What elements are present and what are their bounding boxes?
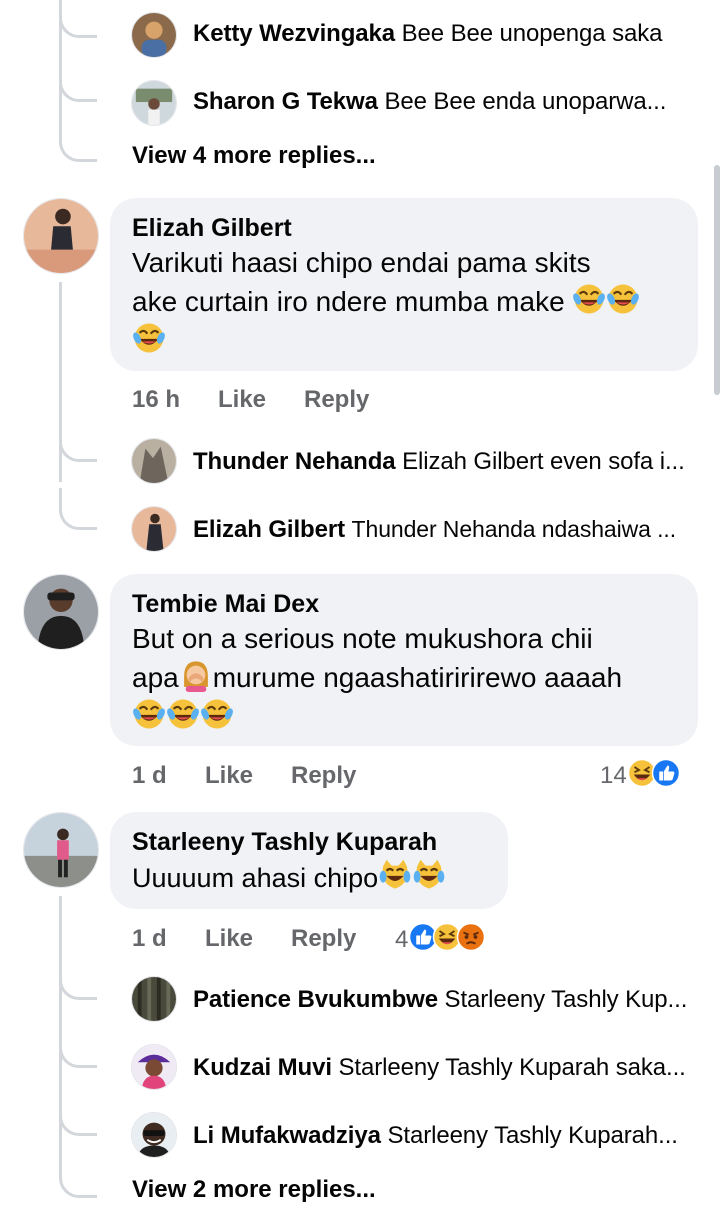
thread-connector bbox=[59, 1156, 97, 1198]
laughing-crying-emoji-icon bbox=[606, 282, 640, 316]
reply-author[interactable]: Sharon G Tekwa bbox=[193, 88, 378, 115]
avatar[interactable] bbox=[131, 438, 177, 484]
thread-connector bbox=[59, 120, 97, 162]
comment-author[interactable]: Tembie Mai Dex bbox=[132, 588, 676, 620]
reply-item[interactable]: Thunder Nehanda Elizah Gilbert even sofa… bbox=[193, 448, 685, 476]
comment-bubble[interactable]: Elizah Gilbert Varikuti haasi chipo enda… bbox=[110, 198, 698, 371]
cat-tears-of-joy-emoji-icon bbox=[412, 858, 446, 892]
like-button[interactable]: Like bbox=[218, 386, 266, 414]
avatar[interactable] bbox=[23, 574, 99, 650]
avatar-photo bbox=[132, 439, 176, 483]
comment-text: Uuuuum ahasi chipo bbox=[132, 858, 486, 897]
reply-item[interactable]: Patience Bvukumbwe Starleeny Tashly Kup.… bbox=[193, 986, 687, 1014]
avatar-photo bbox=[132, 13, 176, 57]
reply-text: Starleeny Tashly Kuparah... bbox=[387, 1122, 678, 1149]
woman-facepalming-emoji-icon bbox=[179, 658, 213, 692]
laughing-crying-emoji-icon bbox=[132, 697, 166, 731]
cat-tears-of-joy-emoji-icon bbox=[378, 858, 412, 892]
comment-timestamp[interactable]: 1 d bbox=[132, 925, 167, 953]
avatar-photo bbox=[132, 81, 176, 125]
avatar[interactable] bbox=[131, 976, 177, 1022]
laughing-crying-emoji-icon bbox=[200, 697, 234, 731]
comment-text-line: But on a serious note mukushora chii bbox=[132, 623, 593, 654]
comment-bubble[interactable]: Starleeny Tashly Kuparah Uuuuum ahasi ch… bbox=[110, 812, 508, 909]
reply-text: Bee Bee unopenga saka bbox=[401, 20, 663, 47]
view-more-replies-link[interactable]: View 4 more replies... bbox=[132, 142, 376, 170]
thread-connector bbox=[59, 0, 97, 38]
reply-item[interactable]: Li Mufakwadziya Starleeny Tashly Kuparah… bbox=[193, 1122, 678, 1150]
reply-author[interactable]: Thunder Nehanda bbox=[193, 448, 396, 475]
reaction-summary[interactable]: 4 bbox=[395, 922, 486, 954]
avatar[interactable] bbox=[131, 12, 177, 58]
reaction-summary[interactable]: 14 bbox=[600, 758, 681, 790]
avatar-photo bbox=[24, 199, 98, 273]
reply-text: Bee Bee enda unoparwa... bbox=[384, 88, 667, 115]
reply-author[interactable]: Kudzai Muvi bbox=[193, 1054, 332, 1081]
comment-text-line: Varikuti haasi chipo endai pama skits bbox=[132, 247, 591, 278]
comment-timestamp[interactable]: 16 h bbox=[132, 386, 180, 414]
reaction-count: 4 bbox=[395, 926, 409, 953]
thread-connector bbox=[59, 1026, 97, 1068]
like-reaction-icon bbox=[651, 758, 681, 788]
reply-item[interactable]: Sharon G Tekwa Bee Bee enda unoparwa... bbox=[193, 88, 666, 116]
reply-item[interactable]: Kudzai Muvi Starleeny Tashly Kuparah sak… bbox=[193, 1054, 686, 1082]
avatar-photo bbox=[24, 813, 98, 887]
avatar[interactable] bbox=[131, 80, 177, 126]
reply-author[interactable]: Li Mufakwadziya bbox=[193, 1122, 381, 1149]
like-button[interactable]: Like bbox=[205, 762, 253, 790]
laughing-crying-emoji-icon bbox=[572, 282, 606, 316]
avatar-photo bbox=[132, 1045, 176, 1089]
angry-reaction-icon bbox=[456, 922, 486, 952]
avatar[interactable] bbox=[131, 506, 177, 552]
comment-text-line bbox=[132, 321, 676, 360]
reply-text: Starleeny Tashly Kup... bbox=[444, 986, 688, 1013]
avatar[interactable] bbox=[23, 198, 99, 274]
reply-button[interactable]: Reply bbox=[291, 925, 356, 953]
comment-author[interactable]: Starleeny Tashly Kuparah bbox=[132, 826, 486, 858]
thread-connector bbox=[59, 488, 97, 530]
reply-text: Thunder Nehanda ndashaiwa ... bbox=[351, 516, 677, 542]
reaction-count: 14 bbox=[600, 762, 627, 789]
view-more-replies-link[interactable]: View 2 more replies... bbox=[132, 1176, 376, 1204]
avatar[interactable] bbox=[131, 1044, 177, 1090]
reply-author[interactable]: Elizah Gilbert bbox=[193, 516, 345, 543]
comment-text-span: murume ngaashatiririrewo aaaah bbox=[212, 662, 623, 693]
laughing-crying-emoji-icon bbox=[166, 697, 200, 731]
thread-connector bbox=[59, 1094, 97, 1136]
comment-bubble[interactable]: Tembie Mai Dex But on a serious note muk… bbox=[110, 574, 698, 746]
comment-text-line: apa murume ngaashatiririrewo aaaah bbox=[132, 658, 676, 697]
comment-text-span: Uuuuum ahasi chipo bbox=[132, 863, 379, 893]
laughing-crying-emoji-icon bbox=[132, 321, 166, 355]
avatar-photo bbox=[24, 575, 98, 649]
like-button[interactable]: Like bbox=[205, 925, 253, 953]
avatar[interactable] bbox=[131, 1112, 177, 1158]
reply-author[interactable]: Ketty Wezvingaka bbox=[193, 20, 395, 47]
thread-connector bbox=[59, 958, 97, 1000]
avatar-photo bbox=[132, 1113, 176, 1157]
avatar-photo bbox=[132, 977, 176, 1021]
reply-text: Starleeny Tashly Kuparah saka... bbox=[338, 1054, 686, 1081]
reply-item[interactable]: Elizah Gilbert Thunder Nehanda ndashaiwa… bbox=[193, 516, 676, 544]
comment-timestamp[interactable]: 1 d bbox=[132, 762, 167, 790]
comment-author[interactable]: Elizah Gilbert bbox=[132, 212, 676, 244]
thread-connector bbox=[59, 60, 97, 102]
avatar-photo bbox=[132, 507, 176, 551]
reply-item[interactable]: Ketty Wezvingaka Bee Bee unopenga saka bbox=[193, 20, 663, 48]
comment-text-span: ake curtain iro ndere mumba make bbox=[132, 286, 565, 317]
reply-text: Elizah Gilbert even sofa i... bbox=[402, 448, 685, 475]
comment-text-span: apa bbox=[132, 662, 179, 693]
thread-connector bbox=[59, 420, 97, 462]
scrollbar-thumb[interactable] bbox=[714, 165, 720, 395]
avatar[interactable] bbox=[23, 812, 99, 888]
reply-author[interactable]: Patience Bvukumbwe bbox=[193, 986, 438, 1013]
comment-text-line: ake curtain iro ndere mumba make bbox=[132, 282, 676, 321]
reply-button[interactable]: Reply bbox=[304, 386, 369, 414]
comment-text: But on a serious note mukushora chii apa… bbox=[132, 620, 676, 736]
comment-text-line bbox=[132, 697, 676, 736]
comment-text: Varikuti haasi chipo endai pama skits ak… bbox=[132, 244, 676, 360]
reply-button[interactable]: Reply bbox=[291, 762, 356, 790]
